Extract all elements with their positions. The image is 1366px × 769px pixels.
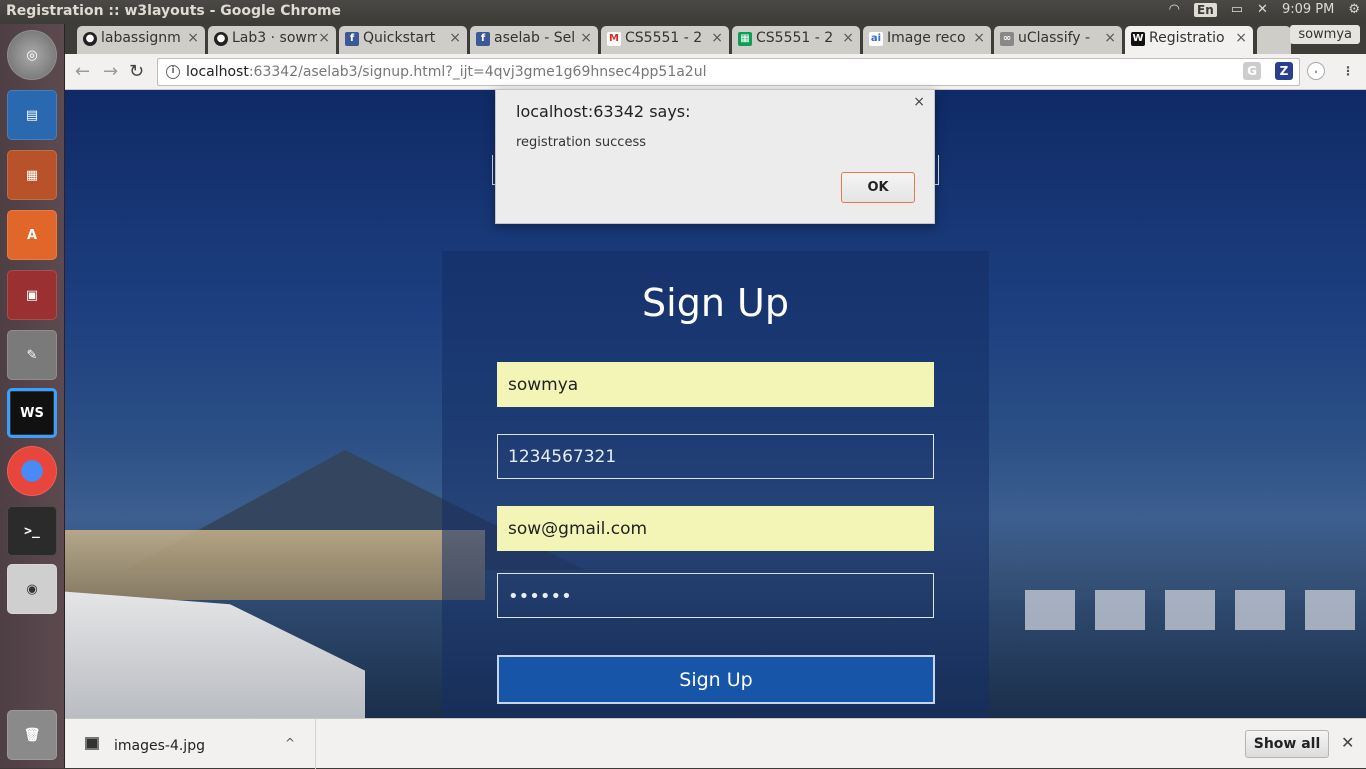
tab-labassignment[interactable]: ● labassignm × [77, 26, 205, 54]
tab-aselab[interactable]: f aselab - Sel × [470, 26, 598, 54]
download-file-name: images-4.jpg [114, 738, 205, 754]
window-title: Registration :: w3layouts - Google Chrom… [6, 3, 342, 19]
profile-button[interactable]: sowmya [1290, 25, 1360, 44]
show-all-button[interactable]: Show all [1245, 730, 1329, 758]
extension-z-icon[interactable]: Z [1275, 62, 1293, 80]
uclassify-icon: ∞ [1000, 32, 1014, 46]
extension-circle-icon[interactable]: · [1307, 62, 1325, 80]
browser-toolbar: ← → ↻ i localhost:63342/aselab3/signup.h… [65, 54, 1366, 90]
url-path: :63342/aselab3/signup.html?_ijt=4qvj3gme… [248, 64, 707, 80]
software-center-icon[interactable]: A [7, 210, 57, 260]
tab-cs5551-gmail[interactable]: M CS5551 - 2 × [601, 26, 729, 54]
facebook-icon: f [345, 32, 359, 46]
tab-image-recognition[interactable]: ai Image reco × [863, 26, 991, 54]
battery-icon[interactable]: ▭ [1231, 2, 1243, 17]
app-launcher: ◎ ▤ ▦ A ▣ ✎ WS >_ ◉ 🗑 [0, 24, 65, 768]
tab-close-icon[interactable]: × [187, 30, 199, 46]
libreoffice-impress-icon[interactable]: ▦ [7, 150, 57, 200]
webstorm-icon: W [1131, 32, 1145, 46]
keyboard-language-indicator[interactable]: En [1194, 2, 1217, 17]
close-icon[interactable]: ✕ [1341, 733, 1354, 752]
signup-heading: Sign Up [642, 281, 789, 325]
back-arrow-icon[interactable]: ← [75, 61, 90, 82]
sheets-icon: ▦ [738, 32, 752, 46]
dialog-message: registration success [516, 135, 646, 150]
image-file-icon [85, 737, 99, 750]
extension-g-icon[interactable]: G [1243, 62, 1261, 80]
libreoffice-writer-icon[interactable]: ▤ [7, 90, 57, 140]
tab-close-icon[interactable]: × [842, 30, 854, 46]
github-icon: ● [83, 32, 97, 46]
dialog-close-icon[interactable]: × [913, 94, 925, 110]
camera-icon[interactable]: ◉ [7, 564, 57, 614]
browser-tab-strip: ● labassignm × ● Lab3 · sowm × f Quickst… [65, 24, 1366, 54]
facebook-icon: f [476, 32, 490, 46]
tab-registration[interactable]: W Registratio × [1125, 26, 1253, 54]
tab-close-icon[interactable]: × [318, 30, 330, 46]
chrome-icon[interactable] [7, 446, 57, 496]
reload-icon[interactable]: ↻ [129, 61, 144, 82]
wifi-icon[interactable]: ◠ [1169, 2, 1180, 17]
forward-arrow-icon[interactable]: → [103, 61, 118, 82]
system-settings-icon[interactable]: ✎ [7, 330, 57, 380]
file-manager-icon[interactable]: ▣ [7, 270, 57, 320]
signup-button[interactable]: Sign Up [497, 655, 935, 704]
settings-gear-icon[interactable]: ⚙ [1348, 2, 1360, 17]
address-bar[interactable]: i localhost:63342/aselab3/signup.html?_i… [157, 58, 1300, 86]
phone-field[interactable]: 1234567321 [497, 434, 934, 479]
tab-quickstart[interactable]: f Quickstart × [339, 26, 467, 54]
tab-lab3[interactable]: ● Lab3 · sowm × [208, 26, 336, 54]
volume-muted-icon[interactable]: ✕ [1257, 2, 1268, 17]
signup-panel: Sign Up sowmya 1234567321 sow@gmail.com … [442, 251, 989, 718]
username-field[interactable]: sowmya [497, 362, 934, 407]
url-host: localhost [186, 64, 249, 80]
tab-close-icon[interactable]: × [1104, 30, 1116, 46]
download-item[interactable]: images-4.jpg ^ [85, 719, 316, 769]
tab-close-icon[interactable]: × [449, 30, 461, 46]
download-bar: images-4.jpg ^ Show all ✕ [65, 718, 1366, 769]
site-info-icon[interactable]: i [166, 65, 180, 79]
alert-dialog: localhost:63342 says: × registration suc… [495, 89, 935, 224]
tab-close-icon[interactable]: × [580, 30, 592, 46]
tab-close-icon[interactable]: × [973, 30, 985, 46]
system-tray: ◠ En ▭ ✕ 9:09 PM ⚙ [1169, 2, 1360, 17]
gmail-icon: M [607, 32, 621, 46]
ai-icon: ai [869, 32, 883, 46]
ubuntu-dash-icon[interactable]: ◎ [7, 30, 57, 80]
github-icon: ● [214, 32, 228, 46]
terminal-icon[interactable]: >_ [7, 506, 57, 556]
tab-close-icon[interactable]: × [711, 30, 723, 46]
background-boats [1025, 590, 1366, 630]
system-top-panel: Registration :: w3layouts - Google Chrom… [0, 0, 1366, 24]
password-field[interactable]: •••••• [497, 573, 934, 618]
tab-close-icon[interactable]: × [1235, 30, 1247, 46]
dialog-ok-button[interactable]: OK [841, 172, 915, 203]
webstorm-icon[interactable]: WS [7, 388, 57, 438]
dialog-title: localhost:63342 says: [516, 102, 691, 121]
email-field[interactable]: sow@gmail.com [497, 506, 934, 551]
new-tab-button[interactable] [1257, 26, 1291, 54]
trash-icon[interactable]: 🗑 [7, 710, 57, 760]
tab-uclassify[interactable]: ∞ uClassify - × [994, 26, 1122, 54]
clock[interactable]: 9:09 PM [1282, 2, 1334, 17]
tab-cs5551-sheets[interactable]: ▦ CS5551 - 2 × [732, 26, 860, 54]
chevron-up-icon[interactable]: ^ [285, 736, 295, 750]
menu-kebab-icon[interactable]: ⋮ [1339, 62, 1357, 80]
